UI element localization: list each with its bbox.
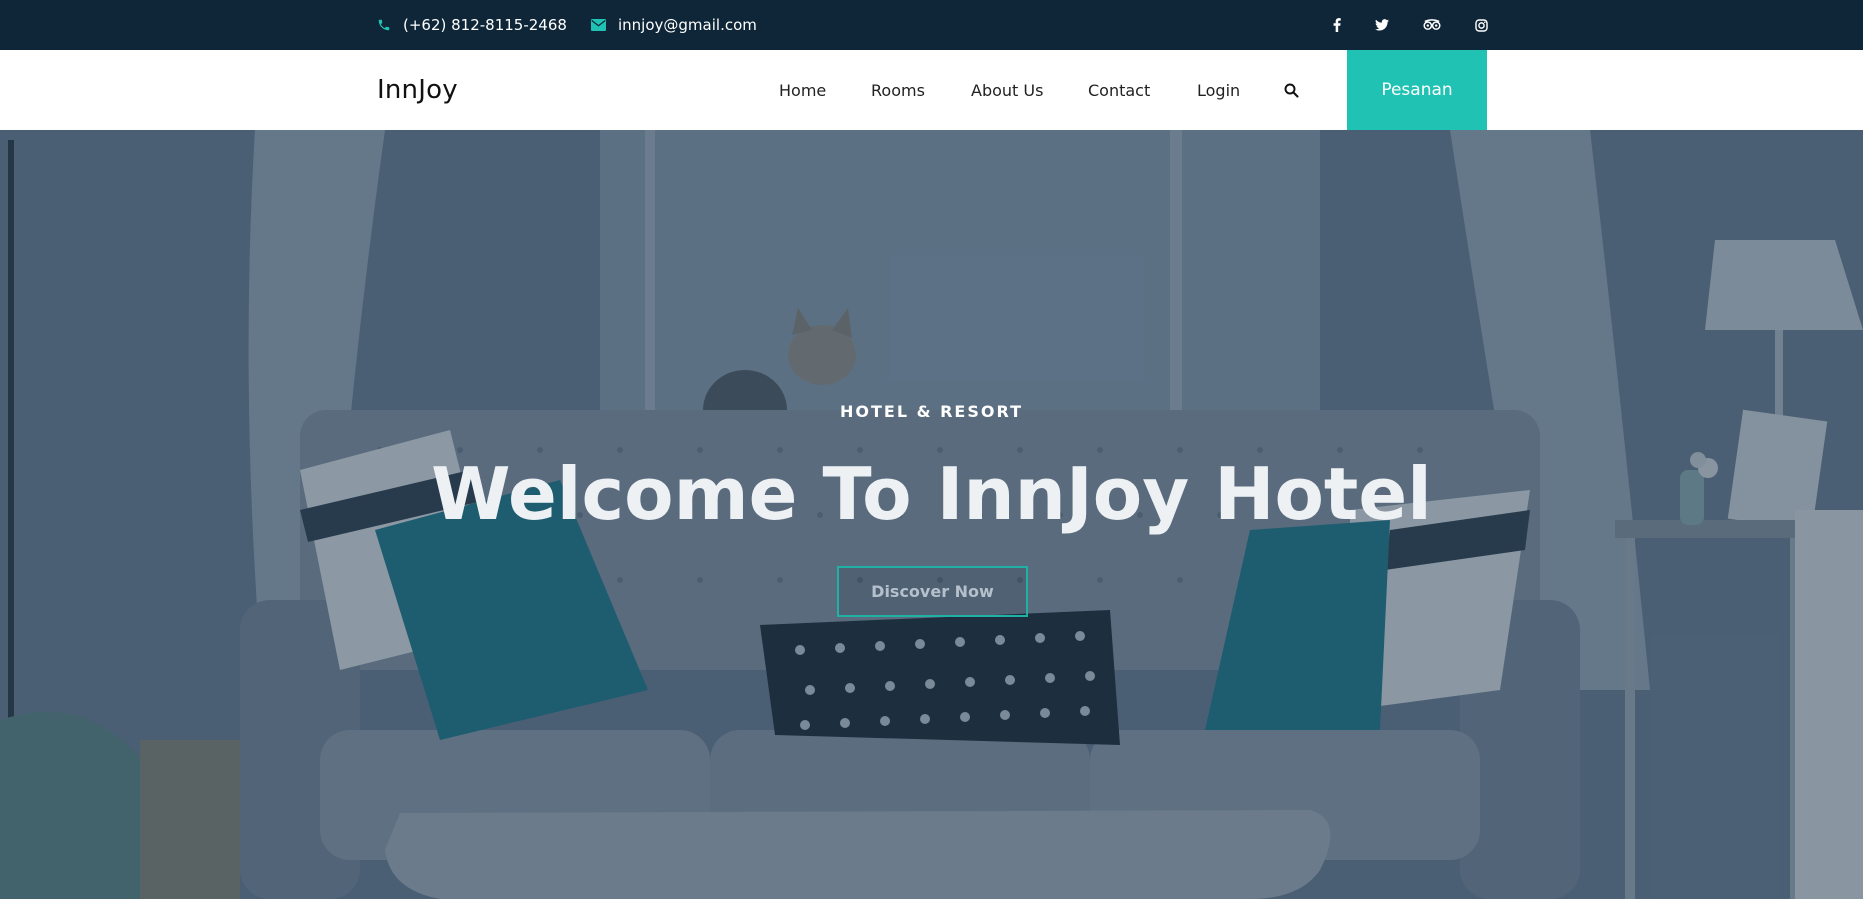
facebook-icon[interactable] [1322,0,1352,50]
email-contact[interactable]: innjoy@gmail.com [591,0,757,50]
main-navbar: InnJoy Home Rooms About Us Contact Login… [0,50,1863,130]
nav-item-about-us[interactable]: About Us [971,50,1043,130]
instagram-icon[interactable] [1466,0,1496,50]
tripadvisor-icon[interactable] [1417,0,1447,50]
pesanan-button[interactable]: Pesanan [1347,50,1487,130]
hero-section: HOTEL & RESORT Welcome To InnJoy Hotel D… [0,130,1863,899]
nav-item-login[interactable]: Login [1197,50,1240,130]
envelope-icon [591,19,606,31]
phone-contact[interactable]: (+62) 812-8115-2468 [377,0,567,50]
search-icon [1284,83,1299,98]
twitter-icon[interactable] [1367,0,1397,50]
phone-number: (+62) 812-8115-2468 [403,16,567,34]
discover-now-button[interactable]: Discover Now [837,566,1028,617]
nav-item-rooms[interactable]: Rooms [871,50,925,130]
hero-eyebrow: HOTEL & RESORT [839,402,1023,421]
hero-headline: Welcome To InnJoy Hotel [431,452,1432,536]
top-bar: (+62) 812-8115-2468 innjoy@gmail.com [0,0,1863,50]
site-logo[interactable]: InnJoy [377,50,458,130]
nav-item-home[interactable]: Home [779,50,826,130]
email-address: innjoy@gmail.com [618,16,757,34]
nav-item-contact[interactable]: Contact [1088,50,1150,130]
search-button[interactable] [1284,50,1299,130]
phone-icon [378,19,390,31]
